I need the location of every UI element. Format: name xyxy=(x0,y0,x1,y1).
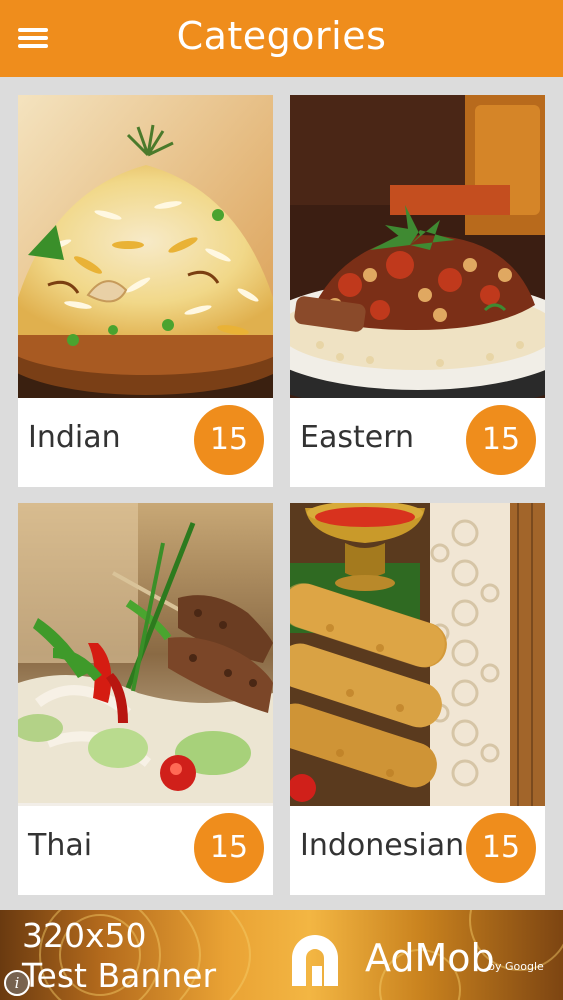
info-icon[interactable]: i xyxy=(4,970,30,996)
indian-biryani-photo xyxy=(18,95,273,398)
category-name: Indonesian xyxy=(300,828,465,863)
indonesian-spring-rolls-photo xyxy=(290,503,545,806)
thai-satay-salad-photo xyxy=(18,503,273,806)
page-title: Categories xyxy=(176,14,387,58)
recipe-count-badge: 15 xyxy=(194,813,264,883)
category-name: Thai xyxy=(28,828,93,863)
eastern-meat-couscous-photo xyxy=(290,95,545,398)
category-grid: Indian 15 Eastern 15 Thai 15 Indonesian … xyxy=(0,77,563,910)
admob-logo-icon xyxy=(292,935,338,986)
app-bar: Categories xyxy=(0,0,563,77)
category-card-eastern[interactable]: Eastern 15 xyxy=(290,95,545,487)
category-card-indonesian[interactable]: Indonesian 15 xyxy=(290,503,545,895)
admob-test-banner[interactable]: 320x50 Test Banner AdMob by Google xyxy=(0,910,563,1000)
recipe-count-badge: 15 xyxy=(194,405,264,475)
category-card-indian[interactable]: Indian 15 xyxy=(18,95,273,487)
category-name: Eastern xyxy=(300,420,415,455)
recipe-count-badge: 15 xyxy=(466,405,536,475)
category-card-thai[interactable]: Thai 15 xyxy=(18,503,273,895)
admob-brand-text: AdMob xyxy=(365,936,495,980)
ad-test-label: Test Banner xyxy=(22,956,217,995)
recipe-count-badge: 15 xyxy=(466,813,536,883)
category-name: Indian xyxy=(28,420,121,455)
ad-size-text: 320x50 xyxy=(22,916,147,955)
by-google-text: by Google xyxy=(488,960,544,973)
